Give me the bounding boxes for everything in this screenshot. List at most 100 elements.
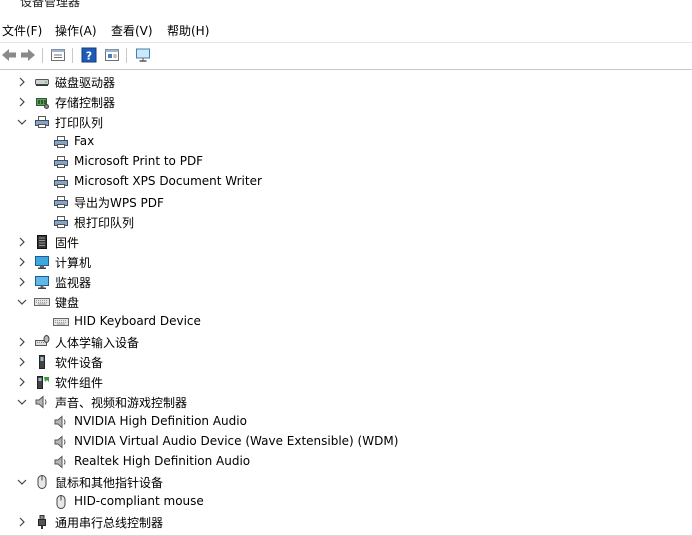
tree-item-label: 鼠标和其他指针设备 xyxy=(55,476,164,490)
toolbar-separator xyxy=(42,48,43,63)
menu-bar: 文件(F) 操作(A) 查看(V) 帮助(H) xyxy=(0,20,692,40)
tree-item-label: 计算机 xyxy=(55,256,92,270)
menu-action[interactable]: 操作(A) xyxy=(55,22,97,39)
chevron-down-icon[interactable] xyxy=(16,114,28,130)
tree-item-label: HID-compliant mouse xyxy=(74,494,204,508)
tree-item-label: NVIDIA Virtual Audio Device (Wave Extens… xyxy=(74,434,399,448)
speaker-icon xyxy=(53,434,69,450)
tree-item-label: Microsoft Print to PDF xyxy=(74,154,204,168)
tree-item-label: 软件设备 xyxy=(55,356,104,370)
chevron-right-icon[interactable] xyxy=(16,74,28,90)
tree-item-label: 软件组件 xyxy=(55,376,104,390)
properties-icon[interactable] xyxy=(50,47,66,63)
tree-device[interactable]: Microsoft Print to PDF xyxy=(0,152,692,172)
tree-category[interactable]: 软件组件 xyxy=(0,372,692,392)
keyboard-icon xyxy=(34,294,50,310)
tree-category[interactable]: 监视器 xyxy=(0,272,692,292)
firmware-icon xyxy=(34,234,50,250)
chevron-right-icon[interactable] xyxy=(16,94,28,110)
tree-item-label: Realtek High Definition Audio xyxy=(74,454,251,468)
tree-category[interactable]: 声音、视频和游戏控制器 xyxy=(0,392,692,412)
tree-device[interactable]: Fax xyxy=(0,132,692,152)
toolbar-separator xyxy=(72,48,73,63)
tree-device[interactable]: HID Keyboard Device xyxy=(0,312,692,332)
usb-icon xyxy=(34,514,50,530)
speaker-icon xyxy=(53,454,69,470)
printer-icon xyxy=(53,214,69,230)
printer-icon xyxy=(34,114,50,130)
computer-icon xyxy=(34,254,50,270)
tree-device[interactable]: Realtek High Definition Audio xyxy=(0,452,692,472)
menu-file[interactable]: 文件(F) xyxy=(2,22,42,39)
tree-category[interactable]: 打印队列 xyxy=(0,112,692,132)
keyboard-icon xyxy=(53,314,69,330)
chevron-down-icon[interactable] xyxy=(16,394,28,410)
chevron-right-icon[interactable] xyxy=(16,334,28,350)
view-panel-icon[interactable] xyxy=(104,47,120,63)
tree-item-label: 存储控制器 xyxy=(55,96,116,110)
monitor-scan-icon[interactable] xyxy=(135,47,151,63)
tree-item-label: 通用串行总线控制器 xyxy=(55,516,164,530)
tree-category[interactable]: 软件设备 xyxy=(0,352,692,372)
chevron-right-icon[interactable] xyxy=(16,354,28,370)
mouse-icon xyxy=(53,494,69,510)
tree-item-label: 键盘 xyxy=(55,296,80,310)
speaker-icon xyxy=(34,394,50,410)
tree-item-label: Fax xyxy=(74,134,95,148)
storage-controller-icon xyxy=(34,94,50,110)
speaker-icon xyxy=(53,414,69,430)
tree-category[interactable]: 计算机 xyxy=(0,252,692,272)
menu-help[interactable]: 帮助(H) xyxy=(167,22,209,39)
tree-category[interactable]: 固件 xyxy=(0,232,692,252)
device-tree: 磁盘驱动器存储控制器打印队列 Fax Microsoft Print to PDF M… xyxy=(0,72,692,536)
tree-category[interactable]: 人体学输入设备 xyxy=(0,332,692,352)
chevron-right-icon[interactable] xyxy=(16,234,28,250)
monitor-icon xyxy=(34,274,50,290)
tree-device[interactable]: 根打印队列 xyxy=(0,212,692,232)
printer-icon xyxy=(53,174,69,190)
chevron-down-icon[interactable] xyxy=(16,294,28,310)
tree-category[interactable]: 键盘 xyxy=(0,292,692,312)
chevron-right-icon[interactable] xyxy=(16,514,28,530)
tree-item-label: 根打印队列 xyxy=(74,216,135,230)
tree-item-label: HID Keyboard Device xyxy=(74,314,201,328)
chevron-down-icon[interactable] xyxy=(16,474,28,490)
title-bar: 设备管理器 xyxy=(0,0,692,13)
tree-category[interactable]: 存储控制器 xyxy=(0,92,692,112)
tree-device[interactable]: 导出为WPS PDF xyxy=(0,192,692,212)
tree-category[interactable]: 通用串行总线控制器 xyxy=(0,512,692,532)
toolbar-separator xyxy=(126,48,127,63)
tree-item-label: 磁盘驱动器 xyxy=(55,76,116,90)
disk-drive-icon xyxy=(34,74,50,90)
tree-item-label: 导出为WPS PDF xyxy=(74,196,164,210)
tree-item-label: 监视器 xyxy=(55,276,92,290)
mouse-icon xyxy=(34,474,50,490)
software-device-icon xyxy=(34,354,50,370)
back-arrow-icon[interactable] xyxy=(1,47,17,63)
printer-icon xyxy=(53,134,69,150)
chevron-right-icon[interactable] xyxy=(16,374,28,390)
tree-device[interactable]: HID-compliant mouse xyxy=(0,492,692,512)
tree-item-label: 声音、视频和游戏控制器 xyxy=(55,396,188,410)
help-icon[interactable]: ? xyxy=(81,47,97,63)
printer-icon xyxy=(53,194,69,210)
tree-item-label: Microsoft XPS Document Writer xyxy=(74,174,262,188)
tree-device[interactable]: NVIDIA High Definition Audio xyxy=(0,412,692,432)
tree-device[interactable]: NVIDIA Virtual Audio Device (Wave Extens… xyxy=(0,432,692,452)
hid-icon xyxy=(34,334,50,350)
tree-item-label: NVIDIA High Definition Audio xyxy=(74,414,247,428)
toolbar: ? xyxy=(0,42,692,70)
tree-item-label: 打印队列 xyxy=(55,116,104,130)
chevron-right-icon[interactable] xyxy=(16,254,28,270)
tree-category[interactable]: 鼠标和其他指针设备 xyxy=(0,472,692,492)
tree-item-label: 人体学输入设备 xyxy=(55,336,140,350)
menu-view[interactable]: 查看(V) xyxy=(111,22,153,39)
svg-text:?: ? xyxy=(86,50,92,63)
tree-category[interactable]: 磁盘驱动器 xyxy=(0,72,692,92)
window-title: 设备管理器 xyxy=(20,0,81,9)
software-component-icon xyxy=(34,374,50,390)
chevron-right-icon[interactable] xyxy=(16,274,28,290)
printer-icon xyxy=(53,154,69,170)
forward-arrow-icon[interactable] xyxy=(20,47,36,63)
tree-device[interactable]: Microsoft XPS Document Writer xyxy=(0,172,692,192)
